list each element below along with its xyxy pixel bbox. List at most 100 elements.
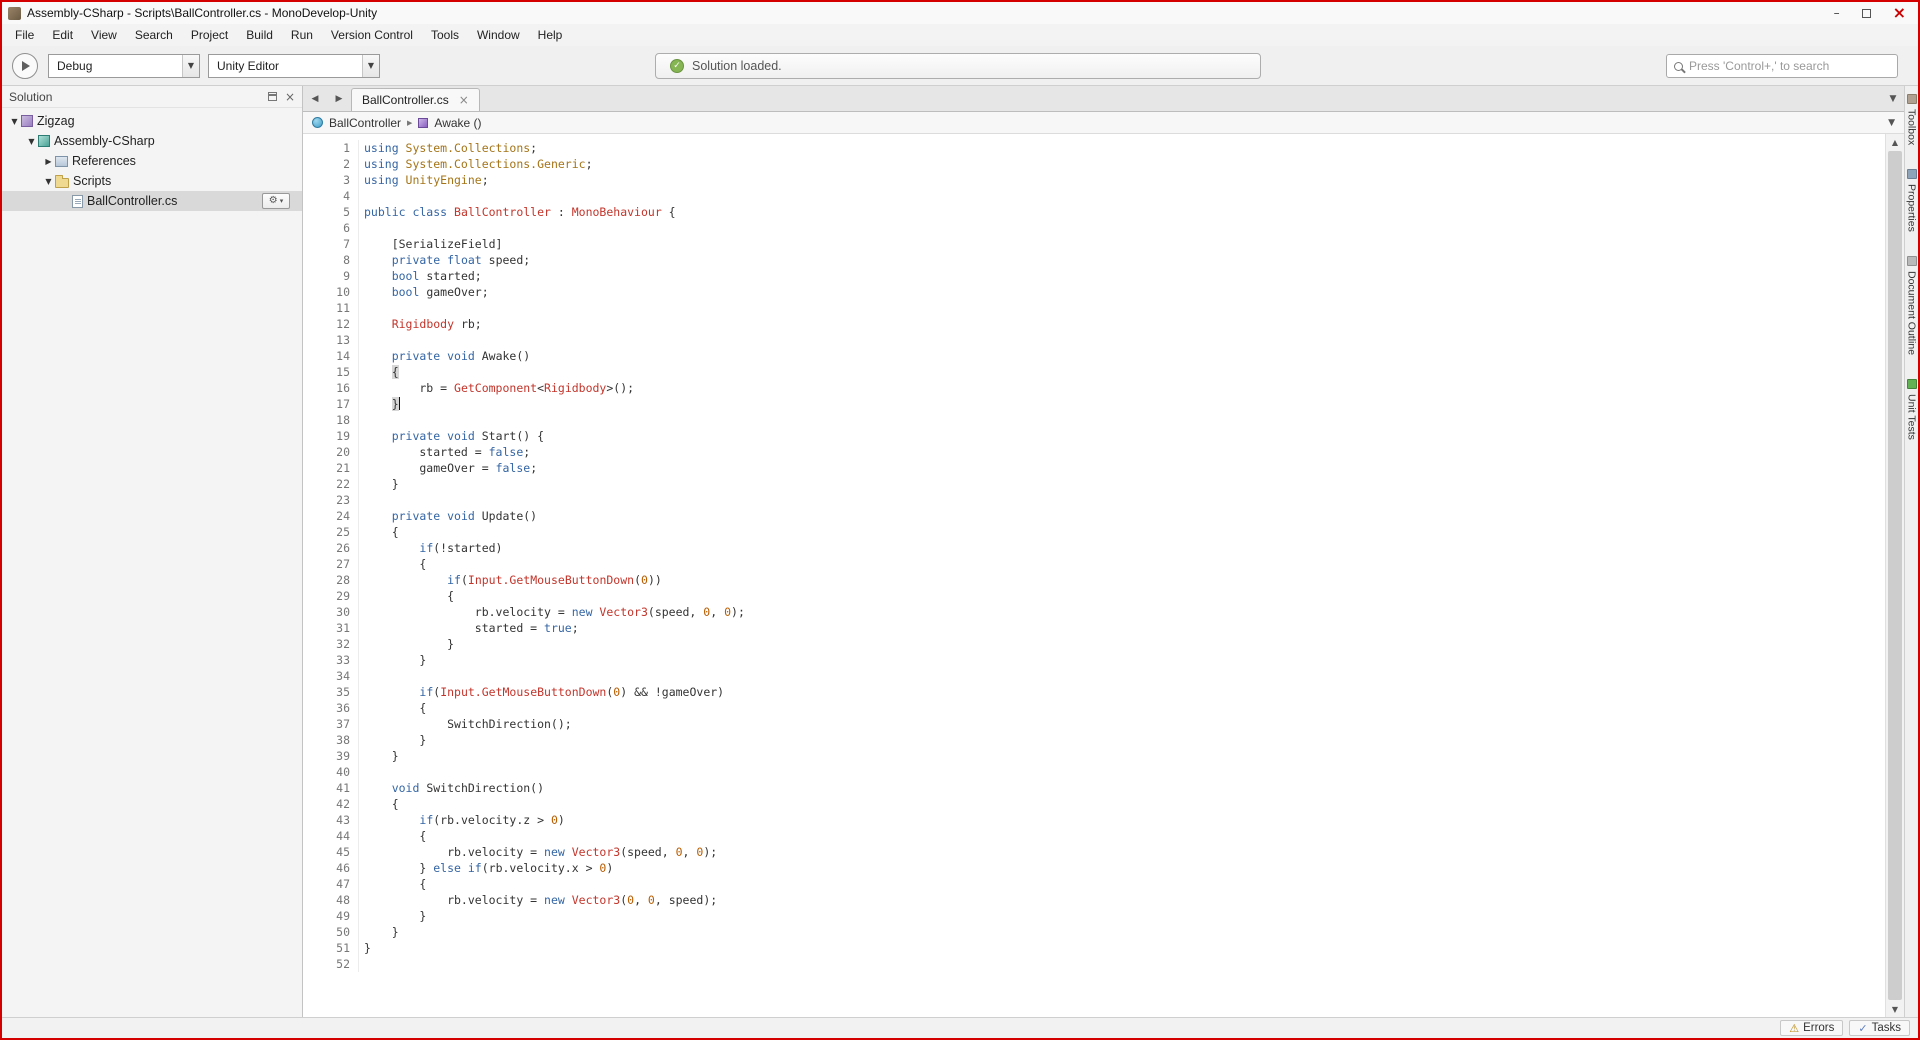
tasks-button[interactable]: ✓ Tasks [1849, 1020, 1910, 1036]
code-line: 13 [303, 332, 1885, 348]
line-number: 40 [303, 764, 359, 780]
tab-label: BallController.cs [362, 93, 449, 107]
code-line: 48 rb.velocity = new Vector3(0, 0, speed… [303, 892, 1885, 908]
code-token: Input.GetMouseButtonDown [467, 573, 635, 587]
code-token: if [419, 685, 434, 699]
scrollbar-thumb[interactable] [1888, 151, 1902, 1000]
line-number: 45 [303, 844, 359, 860]
line-number: 9 [303, 268, 359, 284]
search-input[interactable] [1689, 59, 1890, 73]
code-line-content: { [364, 829, 426, 843]
chevron-down-icon: ▼ [362, 54, 379, 77]
line-number: 21 [303, 460, 359, 476]
line-number: 6 [303, 220, 359, 236]
tree-item-zigzag[interactable]: ▼ Zigzag [2, 111, 302, 131]
dock-icon[interactable] [267, 92, 277, 101]
tree-item-label: Scripts [73, 174, 112, 188]
tree-item-ballcontroller-cs[interactable]: BallController.cs ⚙ ▾ [2, 191, 302, 211]
tree-item-assembly-csharp[interactable]: ▼ Assembly-CSharp [2, 131, 302, 151]
close-icon[interactable]: × [285, 91, 295, 103]
item-options-button[interactable]: ⚙ ▾ [262, 193, 290, 209]
right-tab-toolbox[interactable]: Toolbox [1906, 94, 1918, 145]
menu-view[interactable]: View [82, 24, 126, 46]
line-number: 23 [303, 492, 359, 508]
menu-run[interactable]: Run [282, 24, 322, 46]
code-line-content: [SerializeField] [364, 237, 503, 251]
code-token: } [364, 941, 371, 955]
breadcrumb-class[interactable]: BallController [329, 116, 401, 130]
code-line-content: private float speed; [364, 253, 530, 267]
menu-file[interactable]: File [6, 24, 43, 46]
code-token: void [391, 781, 427, 795]
code-line: 49 } [303, 908, 1885, 924]
run-button[interactable] [12, 52, 38, 79]
menu-tools[interactable]: Tools [422, 24, 468, 46]
menu-help[interactable]: Help [529, 24, 572, 46]
solution-pad-title: Solution [9, 89, 53, 104]
right-tab-document-outline[interactable]: Document Outline [1906, 256, 1918, 355]
navigate-forward-button[interactable]: ▶ [327, 86, 351, 111]
chevron-down-icon[interactable]: ▼ [1888, 118, 1895, 128]
expander-icon[interactable]: ▶ [42, 157, 55, 166]
status-notification: ✓ Solution loaded. [655, 53, 1261, 79]
tree-item-references[interactable]: ▶ References [2, 151, 302, 171]
run-target-dropdown[interactable]: Unity Editor ▼ [208, 53, 380, 78]
code-editor[interactable]: 1 using System.Collections; 2 using System.… [303, 134, 1885, 1017]
code-token: : [550, 205, 572, 219]
line-number: 20 [303, 444, 359, 460]
code-line-content: } [364, 941, 371, 955]
menu-project[interactable]: Project [182, 24, 237, 46]
navigate-back-button[interactable]: ◀ [303, 86, 327, 111]
line-number: 43 [303, 812, 359, 828]
errors-button[interactable]: ⚠ Errors [1780, 1020, 1844, 1036]
code-token: speed; [488, 253, 531, 267]
right-tab-label: Properties [1905, 184, 1918, 233]
code-line: 52 [303, 956, 1885, 972]
code-token: } [364, 477, 399, 491]
code-line-content: } [364, 477, 399, 491]
close-button[interactable]: × [1893, 5, 1906, 21]
expander-icon[interactable]: ▼ [25, 137, 38, 146]
menu-search[interactable]: Search [126, 24, 182, 46]
tab-ballcontroller[interactable]: BallController.cs × [351, 88, 480, 111]
right-tab-unit-tests[interactable]: Unit Tests [1906, 379, 1918, 440]
gear-icon: ⚙ [268, 195, 278, 206]
close-tab-icon[interactable]: × [459, 94, 469, 106]
minimize-button[interactable]: – [1834, 7, 1840, 19]
code-token: Rigidbody [544, 381, 607, 395]
expander-icon[interactable]: ▼ [8, 117, 21, 126]
code-line: 46 } else if(rb.velocity.x > 0) [303, 860, 1885, 876]
code-token: bool [391, 285, 427, 299]
tab-list-dropdown[interactable]: ▼ [1882, 86, 1904, 111]
code-line-content: using UnityEngine; [364, 173, 489, 187]
chevron-right-icon: ▶ [407, 118, 413, 127]
breadcrumb-method[interactable]: Awake () [434, 116, 481, 130]
code-line: 5 public class BallController : MonoBehav… [303, 204, 1885, 220]
line-number: 36 [303, 700, 359, 716]
code-line: 23 [303, 492, 1885, 508]
code-line: 4 [303, 188, 1885, 204]
document-outline-icon [1906, 256, 1917, 267]
code-line: 45 rb.velocity = new Vector3(speed, 0, 0… [303, 844, 1885, 860]
configuration-dropdown[interactable]: Debug ▼ [48, 53, 200, 78]
code-line: 14 private void Awake() [303, 348, 1885, 364]
editor-vscrollbar[interactable]: ▲ ▼ [1885, 134, 1904, 1017]
scroll-up-icon[interactable]: ▲ [1886, 134, 1904, 150]
right-tab-properties[interactable]: Properties [1906, 169, 1918, 232]
menu-edit[interactable]: Edit [43, 24, 82, 46]
code-line: 44 { [303, 828, 1885, 844]
menu-version-control[interactable]: Version Control [322, 24, 422, 46]
properties-icon [1906, 169, 1917, 180]
code-token: rb.velocity = [364, 893, 545, 907]
menu-build[interactable]: Build [237, 24, 282, 46]
scroll-down-icon[interactable]: ▼ [1886, 1001, 1904, 1017]
maximize-button[interactable] [1861, 8, 1871, 18]
code-token: Vector3 [571, 845, 621, 859]
expander-icon[interactable]: ▼ [42, 177, 55, 186]
tree-item-scripts[interactable]: ▼ Scripts [2, 171, 302, 191]
code-token: )) [647, 573, 662, 587]
line-number: 31 [303, 620, 359, 636]
menu-window[interactable]: Window [468, 24, 529, 46]
references-icon [55, 155, 68, 167]
code-line: 39 } [303, 748, 1885, 764]
